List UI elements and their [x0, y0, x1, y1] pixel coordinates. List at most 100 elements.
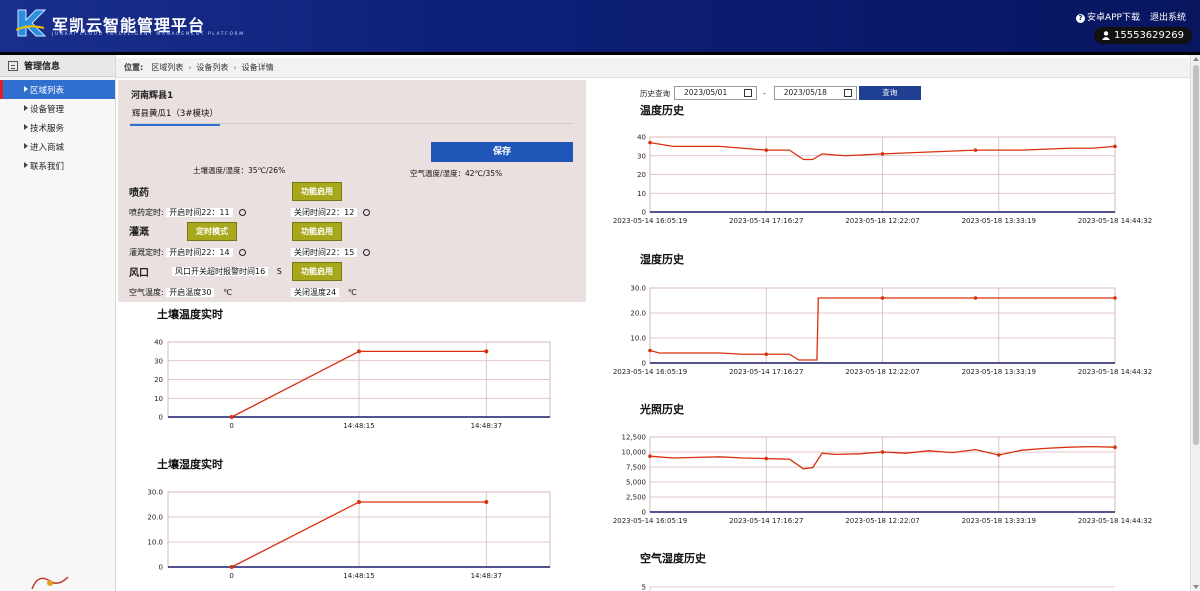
- y-tick-label: 10: [637, 190, 646, 198]
- sidebar-item-tech-service[interactable]: 技术服务: [0, 118, 115, 137]
- sidebar-item-device-management[interactable]: 设备管理: [0, 99, 115, 118]
- irrigate-label: 灌溉: [129, 227, 149, 238]
- air-close-row: 关闭温度24 ℃: [291, 287, 357, 298]
- page-scrollbar[interactable]: [1190, 55, 1200, 591]
- decoration-icon: [31, 576, 69, 590]
- data-point: [764, 148, 769, 152]
- scroll-up-icon[interactable]: [1193, 57, 1199, 61]
- x-tick-label: 2023-05-18 12:22:07: [845, 217, 919, 225]
- chart-title-light-history: 光照历史: [640, 403, 684, 416]
- history-query-bar: 历史查询 2023/05/01 - 2023/05/18 查询: [640, 86, 921, 100]
- spray-close-row: 关闭时间22：12: [291, 207, 371, 218]
- y-tick-label: 20.0: [630, 310, 646, 318]
- app-header: 军凯云智能管理平台 JUNKAI CLOUD INTELLIGENT MANAG…: [0, 0, 1200, 55]
- light-history-chart: 0 2,500 5,000 7,500 10,000 12,500 2023-05-14 1…: [613, 434, 1152, 526]
- spray-enable-button[interactable]: 功能启用: [292, 182, 342, 201]
- breadcrumb-item[interactable]: 设备列表: [196, 62, 228, 73]
- temp-history-chart: 0 10 20 30 40 2023-05-14 16:05:19 2023-05-14 1…: [613, 134, 1152, 226]
- calendar-icon[interactable]: [843, 89, 852, 97]
- vent-alarm-row: 风口开关超时报警时间16 S: [172, 266, 282, 277]
- y-tick-label: 30: [154, 357, 163, 365]
- y-tick-label: 0: [642, 360, 646, 368]
- x-tick-label: 2023-05-14 16:05:19: [613, 217, 687, 225]
- scroll-down-icon[interactable]: [1193, 585, 1199, 589]
- data-point: [1113, 445, 1117, 449]
- data-point: [973, 296, 978, 300]
- timer-mode-button[interactable]: 定时模式: [187, 222, 237, 241]
- x-tick-label: 14:48:37: [471, 422, 502, 430]
- x-tick-label: 2023-05-18 13:33:19: [962, 368, 1036, 376]
- clock-icon[interactable]: [238, 249, 246, 256]
- air-open-input[interactable]: 开启温度30: [166, 288, 215, 297]
- clock-icon[interactable]: [363, 249, 371, 256]
- x-tick-label: 14:48:15: [343, 422, 374, 430]
- logo-icon: [15, 9, 47, 37]
- data-point: [357, 500, 361, 504]
- sidebar-item-contact[interactable]: 联系我们: [0, 156, 115, 175]
- y-tick-label: 5,000: [626, 479, 646, 487]
- x-tick-label: 2023-05-14 17:16:27: [729, 217, 803, 225]
- air-close-input[interactable]: 关闭温度24: [291, 288, 340, 297]
- device-panel: 河南辉县1 辉县黄瓜1（3#模块） 保存 土壤温度/湿度：35℃/26% 空气温…: [118, 80, 586, 302]
- y-tick-label: 20.0: [147, 514, 163, 522]
- data-point: [648, 454, 652, 458]
- y-tick-label: 2,500: [626, 494, 646, 502]
- user-icon: [1102, 31, 1110, 40]
- air-humidity-history-chart: 5: [642, 584, 1115, 591]
- soil-reading: 土壤温度/湿度：35℃/26%: [193, 166, 286, 175]
- scrollbar-thumb[interactable]: [1193, 65, 1199, 445]
- query-button[interactable]: 查询: [858, 86, 921, 100]
- irrigate-close-row: 关闭时间22：15: [291, 247, 371, 258]
- app-subtitle: JUNKAI CLOUD INTELLIGENT MANAGEMENT PLAT…: [52, 32, 245, 37]
- x-tick-label: 0: [229, 572, 233, 580]
- sidebar-item-region-list[interactable]: 区域列表: [0, 80, 115, 99]
- data-point: [484, 349, 489, 354]
- chevron-right-icon: [24, 86, 28, 92]
- y-tick-label: 7,500: [626, 464, 646, 472]
- breadcrumb-prefix: 位置:: [124, 63, 144, 72]
- clock-icon[interactable]: [238, 209, 246, 216]
- data-point: [229, 565, 234, 569]
- breadcrumb-item[interactable]: 区域列表: [151, 62, 183, 73]
- x-tick-label: 2023-05-14 16:05:19: [613, 517, 687, 525]
- date-to-input[interactable]: 2023/05/18: [773, 86, 857, 100]
- y-tick-label: 0: [159, 564, 163, 572]
- list-icon: [8, 60, 18, 71]
- x-tick-label: 2023-05-18 12:22:07: [845, 517, 919, 525]
- data-point: [973, 148, 978, 152]
- x-tick-label: 2023-05-18 13:33:19: [962, 517, 1036, 525]
- x-tick-label: 2023-05-18 14:44:32: [1078, 368, 1152, 376]
- user-badge[interactable]: 15553629269: [1094, 27, 1192, 44]
- vent-enable-button[interactable]: 功能启用: [292, 262, 342, 281]
- date-from-input[interactable]: 2023/05/01: [674, 86, 757, 100]
- region-title: 河南辉县1: [131, 91, 174, 101]
- vent-alarm-input[interactable]: 风口开关超时报警时间16: [172, 267, 269, 276]
- app-download-link[interactable]: ? 安卓APP下载: [1075, 10, 1140, 23]
- y-tick-label: 12,500: [622, 434, 647, 442]
- x-tick-label: 2023-05-18 14:44:32: [1078, 217, 1152, 225]
- y-tick-label: 10,000: [622, 449, 647, 457]
- irrigate-enable-button[interactable]: 功能启用: [292, 222, 342, 241]
- spray-close-time[interactable]: 关闭时间22：12: [291, 208, 358, 217]
- chart-title-air-humidity-history: 空气湿度历史: [640, 552, 706, 565]
- data-point: [484, 500, 489, 504]
- sidebar: 管理信息 区域列表 设备管理 技术服务 进入商城 联系我们: [0, 55, 116, 591]
- irrigate-open-time[interactable]: 开启时间22：14: [166, 248, 233, 257]
- sidebar-item-mall[interactable]: 进入商城: [0, 137, 115, 156]
- data-point: [880, 296, 885, 300]
- x-tick-label: 14:48:37: [471, 572, 502, 580]
- clock-icon[interactable]: [363, 209, 371, 216]
- logout-link[interactable]: 退出系统: [1150, 10, 1186, 23]
- x-tick-label: 2023-05-18 14:44:32: [1078, 517, 1152, 525]
- breadcrumb: 位置: 区域列表 › 设备列表 › 设备详情: [116, 58, 1190, 78]
- save-button[interactable]: 保存: [431, 142, 573, 162]
- irrigate-close-time[interactable]: 关闭时间22：15: [291, 248, 358, 257]
- y-tick-label: 10: [154, 395, 163, 403]
- y-tick-label: 0: [642, 509, 646, 517]
- spray-open-time[interactable]: 开启时间22：11: [166, 208, 233, 217]
- calendar-icon[interactable]: [744, 89, 752, 97]
- breadcrumb-separator: ›: [188, 63, 192, 72]
- data-point: [1113, 144, 1117, 149]
- chevron-right-icon: [24, 124, 28, 130]
- chevron-right-icon: [24, 105, 28, 111]
